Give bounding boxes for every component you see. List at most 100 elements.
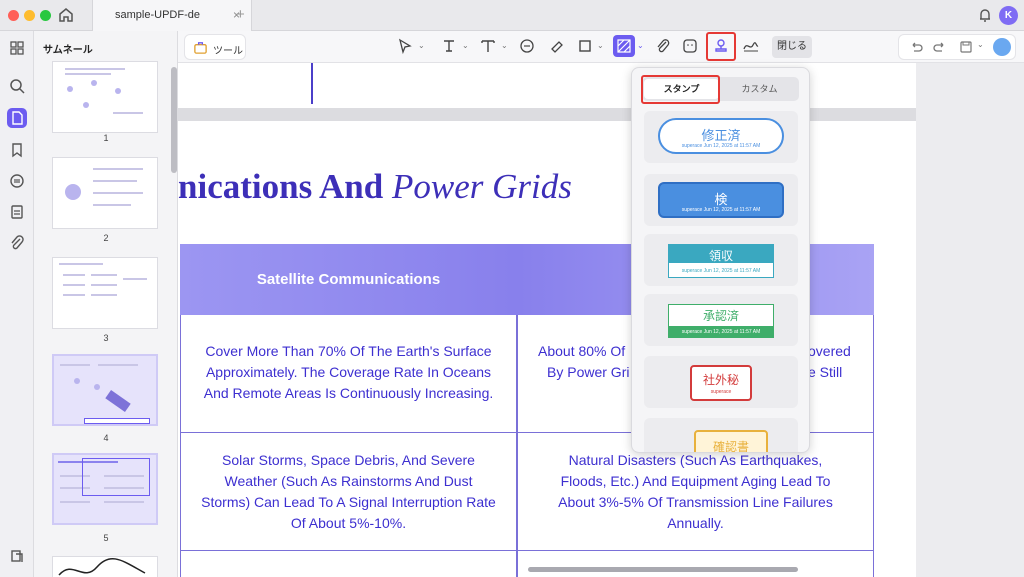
- grid-icon[interactable]: [7, 38, 27, 58]
- cell-line: Annually.: [667, 515, 724, 531]
- annotation-toolbar: ツール ⌄ ⌄ ⌄ ⌄ ⌄ 閉じる ⌄: [178, 31, 1024, 63]
- pages-icon[interactable]: [7, 108, 27, 128]
- title-bar: sample-UPDF-de × + K: [0, 0, 1024, 31]
- stamp-tab-highlight: [641, 75, 720, 104]
- tools-button[interactable]: ツール: [184, 34, 246, 60]
- thumbnail-page-6[interactable]: [52, 556, 158, 577]
- heading-bold-part: nications And: [178, 167, 384, 206]
- stamp-main-text: 確認書: [712, 440, 749, 453]
- horizontal-scrollbar[interactable]: [528, 567, 798, 572]
- select-cursor-icon[interactable]: [396, 37, 414, 55]
- ai-assistant-icon[interactable]: [993, 38, 1011, 56]
- tab-custom[interactable]: カスタム: [722, 79, 797, 99]
- chevron-down-icon[interactable]: ⌄: [418, 41, 425, 50]
- area-highlight-button[interactable]: [613, 35, 635, 57]
- stamp-panel: スタンプ カスタム 修正済 superace Jun 12, 2025 at 1…: [631, 67, 810, 453]
- cell-line: Natural Disasters (Such As Earthquakes,: [568, 452, 823, 468]
- stamp-main-text: 検: [714, 192, 728, 207]
- thumbnail-panel: サムネール 1 2 3 4 5: [34, 31, 178, 577]
- home-icon[interactable]: [56, 5, 76, 25]
- thumbnail-page-1[interactable]: [52, 61, 158, 133]
- chevron-down-icon[interactable]: ⌄: [597, 41, 604, 50]
- stamp-option-approved[interactable]: 承認済 superace Jun 12, 2025 at 11:57 AM: [644, 294, 798, 346]
- thumbnail-page-4[interactable]: [52, 354, 158, 426]
- left-rail: [0, 31, 34, 577]
- close-toolbar-button[interactable]: 閉じる: [772, 36, 812, 58]
- save-icon[interactable]: [959, 40, 973, 54]
- stamp-option-confirmation[interactable]: 確認書: [644, 418, 798, 453]
- cell-line: Approximately. The Coverage Rate In Ocea…: [205, 364, 492, 380]
- thumbnail-scrollbar[interactable]: [171, 67, 177, 173]
- tools-label: ツール: [213, 46, 243, 57]
- paperclip-icon[interactable]: [654, 37, 672, 55]
- typewriter-icon[interactable]: [479, 37, 497, 55]
- thumbnail-number: 2: [103, 233, 109, 243]
- toolbox-icon: [194, 42, 207, 54]
- table-header-label: Satellite Communications: [256, 271, 441, 288]
- thumbnail-page-3[interactable]: [52, 257, 158, 329]
- table-cell: [180, 551, 517, 577]
- cell-line: overed: [808, 343, 851, 359]
- zoom-window-button[interactable]: [40, 10, 51, 21]
- minimize-window-button[interactable]: [24, 10, 35, 21]
- document-tab[interactable]: sample-UPDF-de ×: [92, 0, 252, 31]
- redo-icon[interactable]: [933, 40, 947, 54]
- undo-icon[interactable]: [909, 40, 923, 54]
- thumbnail-panel-title: サムネール: [43, 45, 93, 56]
- cell-line: About 3%-5% Of Transmission Line Failure…: [558, 494, 833, 510]
- tab-title: sample-UPDF-de: [115, 9, 200, 21]
- stamp-main-text: 社外秘: [702, 373, 739, 387]
- cell-line: e Still: [808, 364, 843, 380]
- stamp-option-revised[interactable]: 修正済 superace Jun 12, 2025 at 11:57 AM: [644, 111, 798, 163]
- cell-line: And Remote Areas Is Continuously Increas…: [203, 385, 494, 401]
- cell-line: Storms) Can Lead To A Signal Interruptio…: [201, 494, 496, 510]
- stamp-sub-text: superace: [710, 389, 732, 395]
- cell-line: Weather (Such As Rainstorms And Dust: [224, 473, 473, 489]
- comment-bubble-icon[interactable]: [518, 37, 536, 55]
- bell-icon[interactable]: [976, 6, 994, 24]
- avatar[interactable]: K: [999, 6, 1018, 25]
- thumbnail-number: 4: [103, 433, 109, 443]
- form-icon[interactable]: [7, 202, 27, 222]
- cell-line: Of About 5%-10%.: [290, 515, 407, 531]
- cell-line: Floods, Etc.) And Equipment Aging Lead T…: [560, 473, 831, 489]
- stamp-sub-text: superace Jun 12, 2025 at 11:57 AM: [681, 143, 761, 149]
- page-heading: nications And Power Grids: [178, 167, 572, 207]
- stamp-main-text: 領収: [708, 249, 733, 263]
- hatch-icon: [617, 39, 631, 53]
- chevron-down-icon[interactable]: ⌄: [501, 41, 508, 50]
- table-cell: [517, 551, 874, 577]
- table-cell: Solar Storms, Space Debris, And Severe W…: [180, 433, 517, 551]
- signature-tool-icon[interactable]: [742, 37, 760, 55]
- stamp-main-text: 承認済: [702, 309, 739, 323]
- comment-icon[interactable]: [7, 171, 27, 191]
- chevron-down-icon[interactable]: ⌄: [977, 40, 984, 49]
- sticker-icon[interactable]: [681, 37, 699, 55]
- chevron-down-icon[interactable]: ⌄: [637, 41, 644, 50]
- stamp-option-confidential[interactable]: 社外秘 superace: [644, 356, 798, 408]
- thumbnail-page-5[interactable]: [52, 453, 158, 525]
- close-window-button[interactable]: [8, 10, 19, 21]
- new-tab-button[interactable]: +: [236, 6, 245, 23]
- attachment-icon[interactable]: [7, 233, 27, 253]
- cell-line: Cover More Than 70% Of The Earth's Surfa…: [205, 343, 492, 359]
- stamp-option-received[interactable]: 領収 superace Jun 12, 2025 at 11:57 AM: [644, 234, 798, 286]
- stamp-preview: 領収 superace Jun 12, 2025 at 11:57 AM: [668, 244, 774, 278]
- eraser-icon[interactable]: [548, 37, 566, 55]
- stamp-sub-text: superace Jun 12, 2025 at 11:57 AM: [681, 207, 761, 213]
- layers-icon[interactable]: [7, 546, 27, 566]
- chevron-down-icon[interactable]: ⌄: [462, 41, 469, 50]
- bookmark-icon[interactable]: [7, 140, 27, 160]
- stamp-option-inspected[interactable]: 検 superace Jun 12, 2025 at 11:57 AM: [644, 174, 798, 226]
- cell-line: About 80% Of: [538, 343, 626, 359]
- thumbnail-page-2[interactable]: [52, 157, 158, 229]
- search-icon[interactable]: [7, 76, 27, 96]
- stamp-tool-highlight: [706, 32, 736, 61]
- cell-line: By Power Gri: [547, 364, 630, 380]
- signature-icon: [58, 557, 146, 576]
- stamp-sub-text: superace Jun 12, 2025 at 11:57 AM: [681, 329, 761, 335]
- rectangle-icon[interactable]: [576, 37, 594, 55]
- text-tool-icon[interactable]: [440, 37, 458, 55]
- document-viewer[interactable]: nications And Power Grids Satellite Comm…: [178, 63, 1024, 577]
- thumbnail-number: 1: [103, 133, 109, 143]
